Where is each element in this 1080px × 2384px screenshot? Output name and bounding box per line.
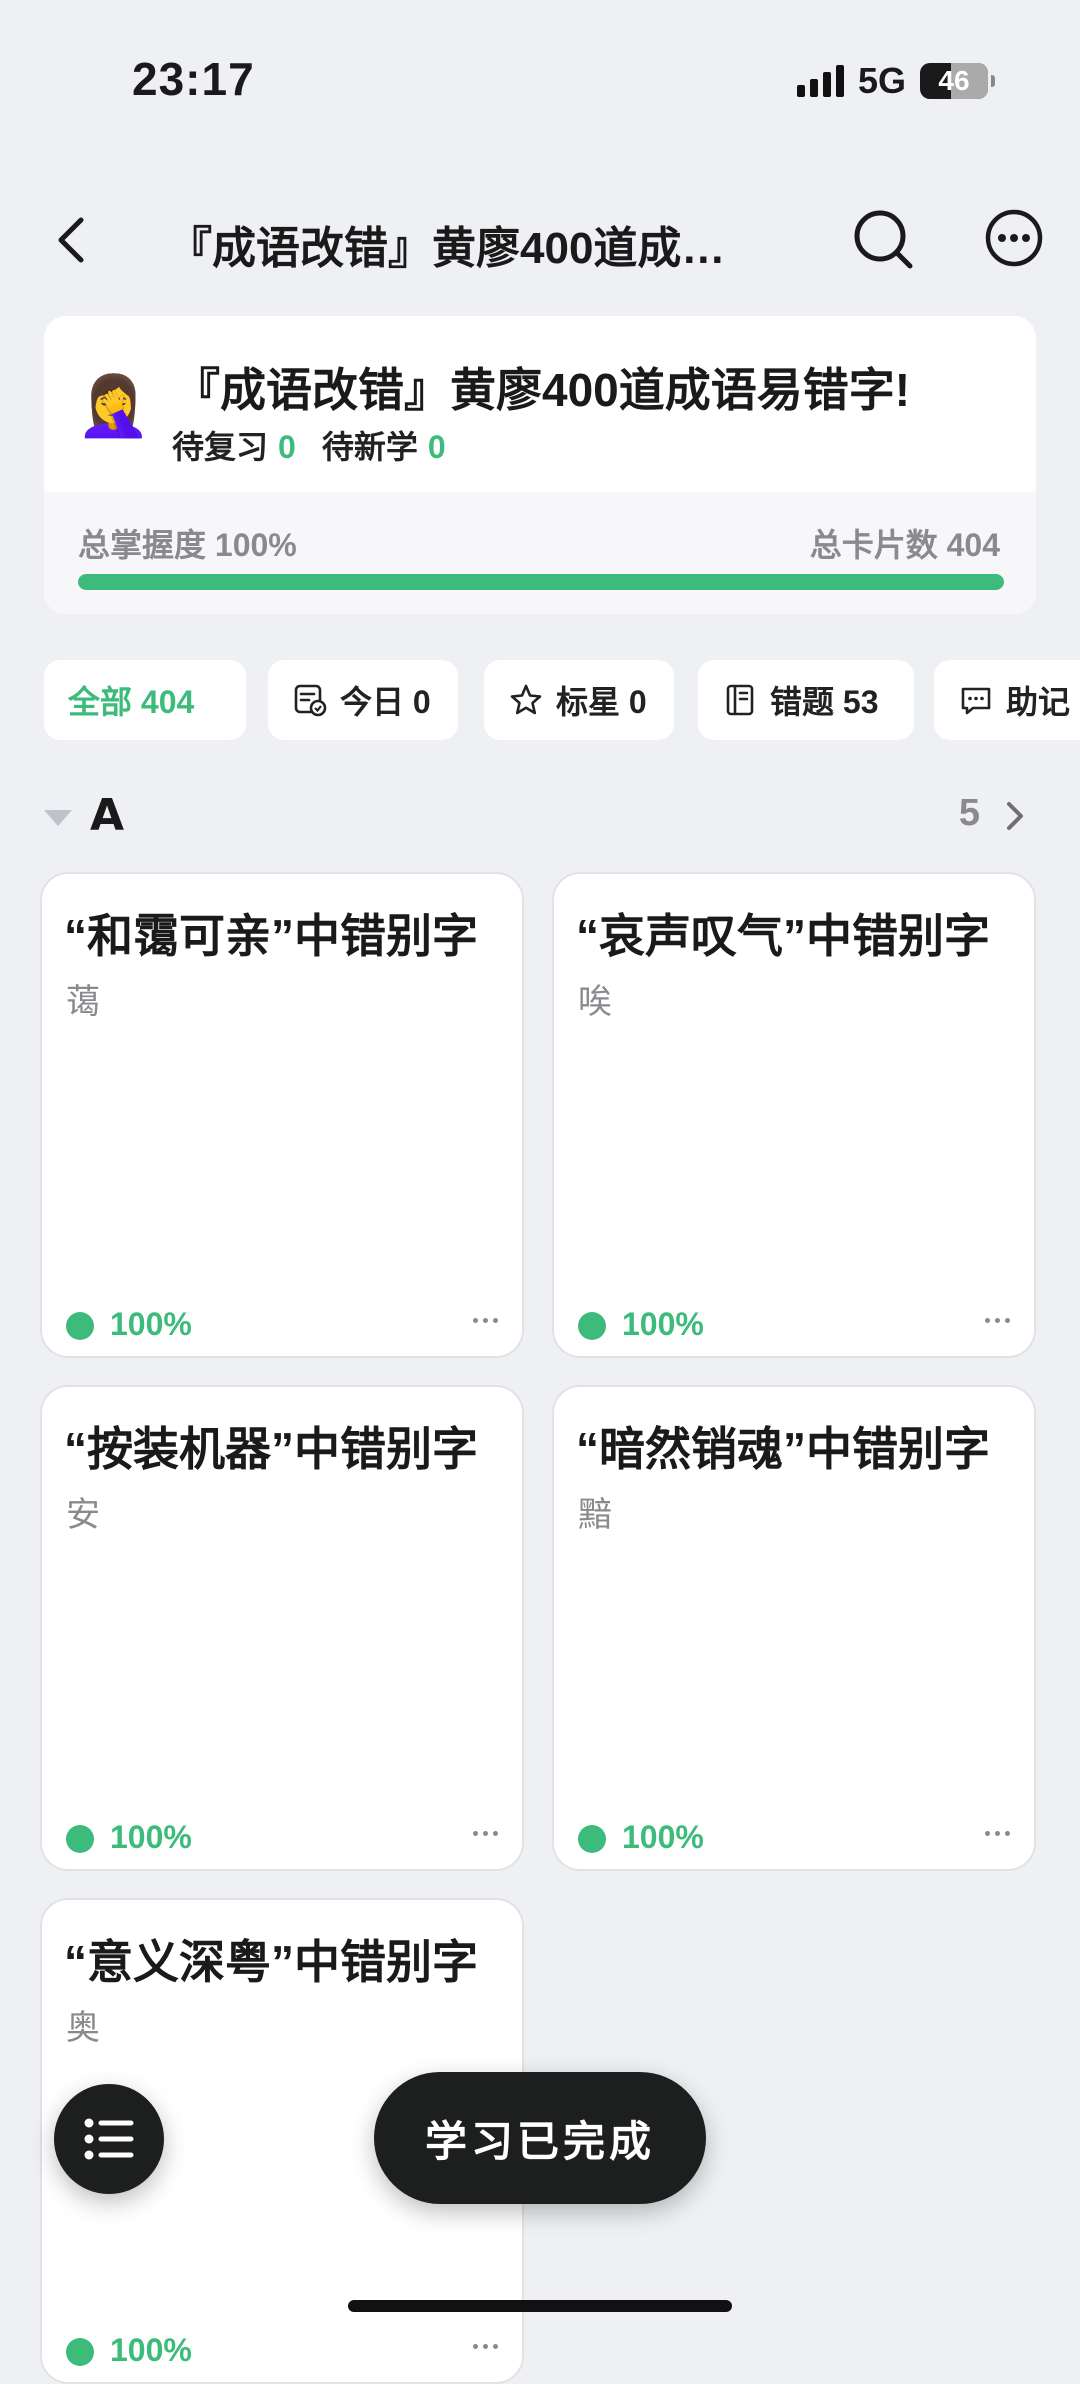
notebook-icon bbox=[722, 682, 758, 718]
new-count: 0 bbox=[427, 429, 446, 465]
mastery-dot-icon bbox=[66, 2338, 94, 2366]
card-title: “按装机器”中错别字 bbox=[64, 1423, 478, 1475]
filter-chip-label: 助记 bbox=[1006, 684, 1071, 720]
deck-emoji-icon: 🤦‍♀️ bbox=[76, 372, 151, 439]
collapse-triangle-icon[interactable] bbox=[44, 810, 72, 826]
battery-icon: 46 bbox=[920, 63, 995, 99]
card-answer: 唉 bbox=[578, 983, 612, 1021]
card-title: “暗然销魂”中错别字 bbox=[576, 1423, 990, 1475]
more-circle-icon bbox=[985, 209, 1043, 267]
flashcard[interactable]: “哀声叹气”中错别字 唉 100% bbox=[552, 872, 1036, 1358]
review-label: 待复习 bbox=[172, 429, 269, 465]
mastery-dot-icon bbox=[66, 1825, 94, 1853]
card-progress: 100% bbox=[110, 1306, 192, 1342]
filter-chip-all[interactable]: 全部 404 bbox=[44, 660, 246, 740]
card-more-icon[interactable] bbox=[985, 1318, 1010, 1323]
status-indicators: 5G 46 bbox=[796, 60, 995, 102]
mastery-dot-icon bbox=[578, 1825, 606, 1853]
calendar-check-icon bbox=[292, 682, 328, 718]
search-icon bbox=[854, 210, 913, 269]
list-menu-button[interactable] bbox=[54, 2084, 164, 2194]
section-letter: A bbox=[90, 790, 125, 841]
total-cards-text: 总卡片数 404 bbox=[809, 527, 1000, 563]
mastery-progress-fill bbox=[78, 574, 1004, 590]
mastery-dot-icon bbox=[66, 1312, 94, 1340]
filter-chip-today[interactable]: 今日 0 bbox=[268, 660, 458, 740]
card-more-icon[interactable] bbox=[473, 2344, 498, 2349]
filter-chip-label: 错题 53 bbox=[770, 684, 879, 720]
back-button[interactable] bbox=[40, 210, 100, 270]
chevron-right-icon[interactable] bbox=[1000, 798, 1030, 834]
nav-title: 『成语改错』黄廖400道成… bbox=[168, 224, 726, 273]
card-answer: 安 bbox=[66, 1496, 100, 1534]
new-label: 待新学 bbox=[321, 429, 418, 465]
list-icon bbox=[84, 2118, 134, 2160]
card-title: “意义深粤”中错别字 bbox=[64, 1936, 478, 1988]
deck-summary-card[interactable]: 🤦‍♀️ 『成语改错』黄廖400道成语易错字! 待复习 0 待新学 0 总掌握度 10… bbox=[44, 316, 1036, 614]
deck-header: 🤦‍♀️ 『成语改错』黄廖400道成语易错字! 待复习 0 待新学 0 bbox=[44, 316, 1036, 492]
section-count: 5 bbox=[958, 792, 980, 834]
status-time: 23:17 bbox=[132, 53, 255, 105]
network-type: 5G bbox=[857, 60, 906, 101]
card-title: “哀声叹气”中错别字 bbox=[576, 910, 990, 962]
flashcard[interactable]: “暗然销魂”中错别字 黯 100% bbox=[552, 1385, 1036, 1871]
card-progress: 100% bbox=[622, 1306, 704, 1342]
battery-level: 46 bbox=[938, 65, 970, 96]
flashcard[interactable]: “和霭可亲”中错别字 蔼 100% bbox=[40, 872, 524, 1358]
chevron-left-icon bbox=[58, 217, 84, 263]
study-complete-button[interactable]: 学习已完成 bbox=[374, 2072, 706, 2204]
card-progress: 100% bbox=[110, 1819, 192, 1855]
card-answer: 蔼 bbox=[66, 983, 100, 1021]
signal-icon bbox=[796, 65, 844, 97]
filter-chip-starred[interactable]: 标星 0 bbox=[484, 660, 674, 740]
nav-bar: 『成语改错』黄廖400道成… bbox=[0, 200, 1080, 280]
home-indicator[interactable] bbox=[348, 2300, 732, 2312]
card-progress: 100% bbox=[110, 2332, 192, 2368]
search-button[interactable] bbox=[852, 208, 916, 272]
comment-icon bbox=[958, 682, 994, 718]
deck-stats: 待复习 0 待新学 0 bbox=[172, 422, 472, 468]
deck-name: 『成语改错』黄廖400道成语易错字! bbox=[174, 364, 911, 416]
star-icon bbox=[508, 682, 544, 718]
card-more-icon[interactable] bbox=[473, 1831, 498, 1836]
card-more-icon[interactable] bbox=[985, 1831, 1010, 1836]
card-more-icon[interactable] bbox=[473, 1318, 498, 1323]
filter-chip-label: 今日 0 bbox=[340, 684, 431, 720]
filter-chip-label: 标星 0 bbox=[556, 684, 647, 720]
card-answer: 奥 bbox=[66, 2009, 100, 2047]
card-progress: 100% bbox=[622, 1819, 704, 1855]
section-header-a[interactable]: A 5 bbox=[44, 780, 1036, 852]
mastery-progress-bar bbox=[78, 574, 1004, 590]
filter-chip-label: 全部 404 bbox=[68, 684, 195, 720]
more-button[interactable] bbox=[984, 208, 1044, 268]
card-answer: 黯 bbox=[578, 1496, 612, 1534]
filter-chip-mistakes[interactable]: 错题 53 bbox=[698, 660, 914, 740]
deck-progress-section: 总掌握度 100% 总卡片数 404 bbox=[44, 492, 1036, 614]
mastery-text: 总掌握度 100% bbox=[78, 527, 297, 563]
filter-chips: 全部 404 今日 0 标星 0 错题 53 助记 bbox=[44, 660, 1080, 740]
filter-chip-mnemonic[interactable]: 助记 bbox=[934, 660, 1080, 740]
flashcard[interactable]: “按装机器”中错别字 安 100% bbox=[40, 1385, 524, 1871]
mastery-dot-icon bbox=[578, 1312, 606, 1340]
card-title: “和霭可亲”中错别字 bbox=[64, 910, 478, 962]
review-count: 0 bbox=[278, 429, 296, 465]
